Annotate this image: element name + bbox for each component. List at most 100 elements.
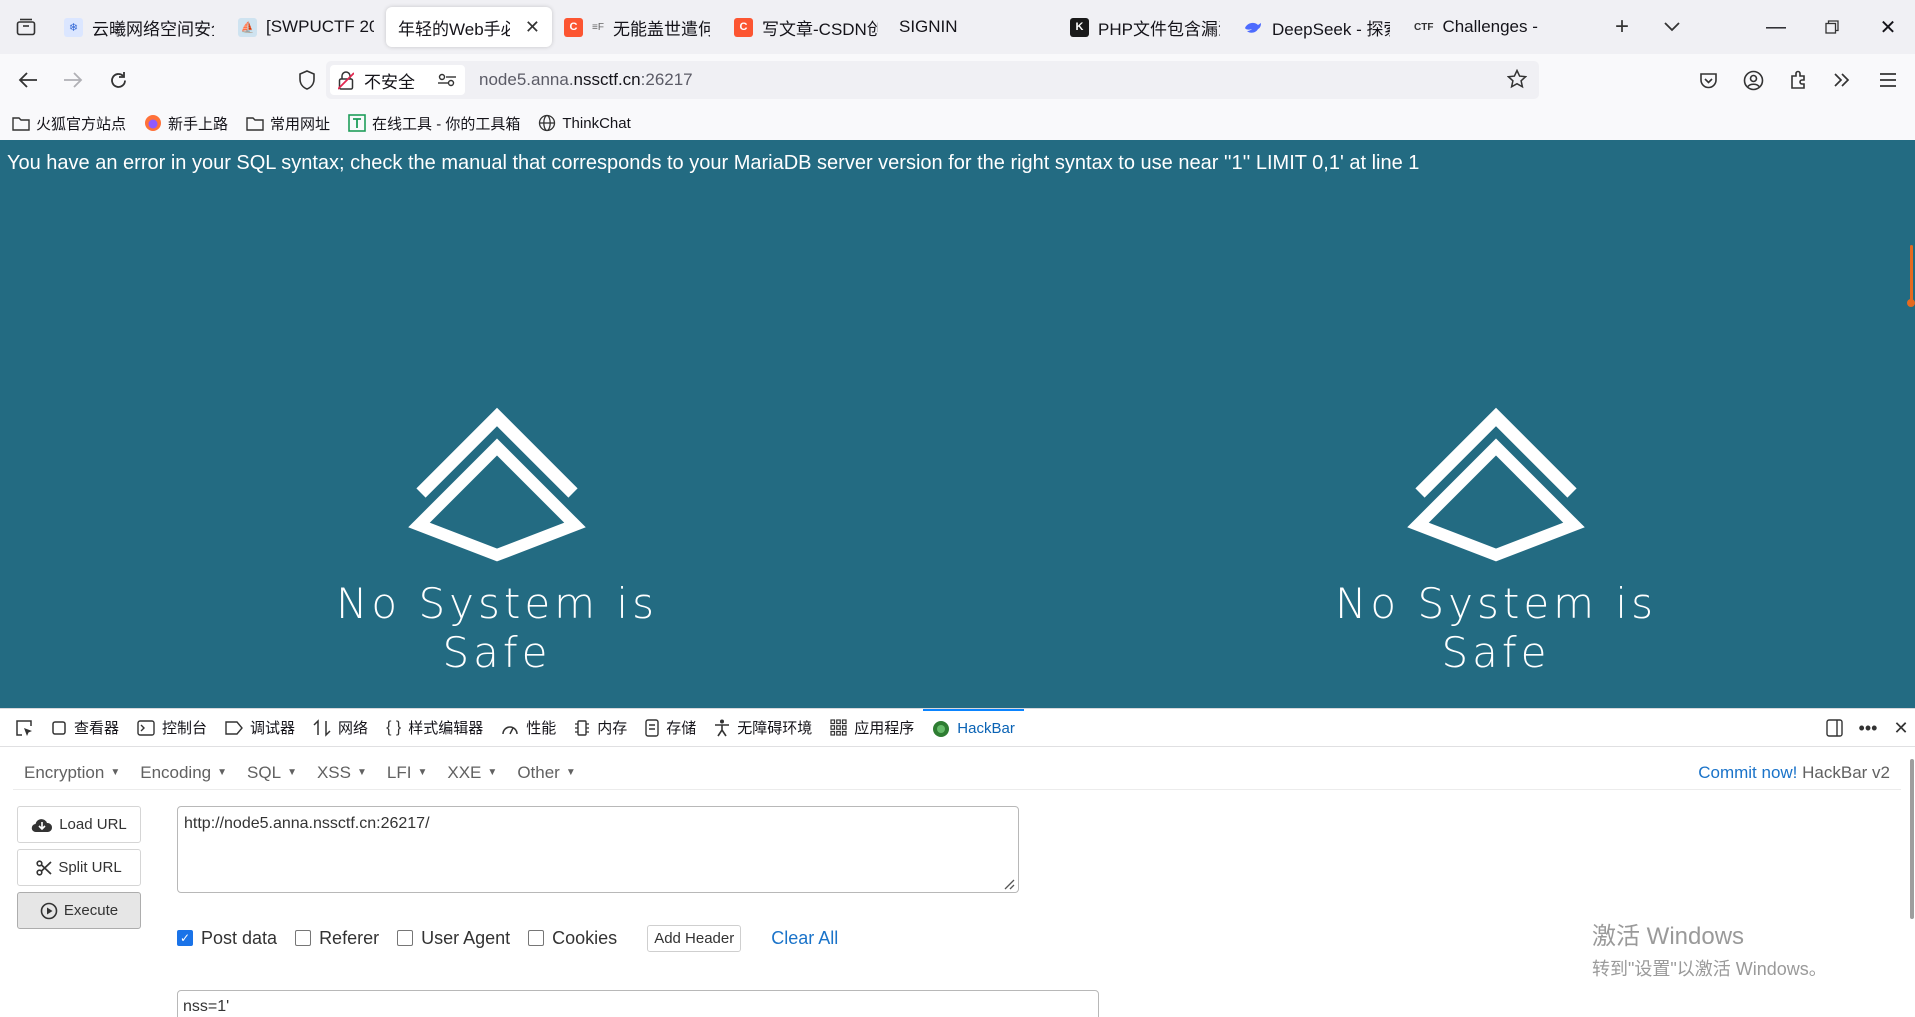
account-button[interactable] xyxy=(1735,62,1771,98)
caret-down-icon: ▼ xyxy=(287,767,297,778)
memory-icon xyxy=(575,719,590,736)
app-menu-button[interactable] xyxy=(1870,62,1906,98)
minimize-button[interactable]: — xyxy=(1748,0,1804,54)
tab-csdn-2[interactable]: C 写文章-CSDN创作 xyxy=(722,7,890,47)
pocket-button[interactable] xyxy=(1690,62,1726,98)
post-data-checkbox[interactable]: ✓ xyxy=(177,930,193,946)
devtools-tab-hackbar[interactable]: HackBar xyxy=(923,708,1024,747)
devtools-tab-network[interactable]: 网络 xyxy=(304,709,377,747)
devtools-tab-accessibility[interactable]: 无障碍环境 xyxy=(705,709,821,747)
devtools-toolbar: 查看器 控制台 调试器 网络 { } 样式编辑器 性能 内存 存储 无障碍环境 … xyxy=(0,708,1915,747)
devtools-tab-inspector[interactable]: 查看器 xyxy=(42,709,128,747)
element-picker-button[interactable] xyxy=(6,709,42,747)
restore-button[interactable] xyxy=(1804,0,1860,54)
extensions-button[interactable] xyxy=(1780,62,1816,98)
tab-deepseek[interactable]: DeepSeek - 探索 xyxy=(1232,7,1402,47)
tab-php-include[interactable]: K PHP文件包含漏洞 xyxy=(1058,7,1232,47)
dock-side-icon xyxy=(1825,719,1843,737)
caret-down-icon: ▼ xyxy=(357,767,367,778)
back-button[interactable] xyxy=(10,62,46,98)
toolbox-icon xyxy=(348,114,366,132)
devtools-tab-style-editor[interactable]: { } 样式编辑器 xyxy=(377,709,492,747)
post-data-input[interactable]: nss=1' xyxy=(177,990,1099,1017)
load-url-button[interactable]: Load URL xyxy=(17,806,141,843)
forward-button[interactable] xyxy=(55,62,91,98)
address-bar[interactable]: 不安全 node5.anna.nssctf.cn:26217 xyxy=(326,61,1539,99)
tab-signin[interactable]: SIGNIN xyxy=(890,7,1058,47)
add-header-button[interactable]: Add Header xyxy=(647,924,742,952)
insecure-lock-icon xyxy=(338,70,354,90)
more-tools-button[interactable] xyxy=(1824,62,1860,98)
devtools-tab-debugger[interactable]: 调试器 xyxy=(216,709,304,747)
hackbar-menu-sql[interactable]: SQL ▼ xyxy=(236,763,306,783)
tab-overflow-button[interactable] xyxy=(1652,0,1692,54)
url-host-main: nssctf.cn xyxy=(573,70,641,89)
csdn-icon: C xyxy=(564,17,583,37)
split-url-button[interactable]: Split URL xyxy=(17,849,141,886)
list-all-tabs-button[interactable] xyxy=(0,0,52,54)
post-data-option[interactable]: ✓ Post data xyxy=(177,928,277,949)
referer-option[interactable]: Referer xyxy=(295,928,379,949)
reload-button[interactable] xyxy=(100,62,136,98)
hackbar-url-input[interactable] xyxy=(177,806,1019,893)
url-port: :26217 xyxy=(640,70,693,89)
bookmark-common-sites[interactable]: 常用网址 xyxy=(246,113,330,134)
bookmark-thinkchat[interactable]: ThinkChat xyxy=(538,114,631,132)
accessibility-icon xyxy=(715,719,730,736)
bookmark-getting-started[interactable]: 新手上路 xyxy=(144,113,228,134)
close-tab-icon[interactable]: ✕ xyxy=(525,17,540,38)
clear-all-link[interactable]: Clear All xyxy=(771,928,838,949)
devtools-tab-performance[interactable]: 性能 xyxy=(492,709,565,747)
user-agent-checkbox[interactable] xyxy=(397,930,414,946)
watermark-subtitle: 转到"设置"以激活 Windows。 xyxy=(1592,959,1827,979)
dock-options-button[interactable] xyxy=(1817,709,1851,747)
user-agent-option[interactable]: User Agent xyxy=(397,928,510,949)
site-security-button[interactable]: 不安全 xyxy=(330,65,465,95)
cookies-checkbox[interactable] xyxy=(528,930,545,946)
devtools-tab-label: 无障碍环境 xyxy=(737,720,813,737)
devtools-tab-label: 样式编辑器 xyxy=(408,720,484,737)
close-window-button[interactable]: ✕ xyxy=(1860,0,1915,54)
tab-swpuctf[interactable]: ⛵ [SWPUCTF 2022 xyxy=(226,7,386,47)
close-icon: ✕ xyxy=(1893,717,1909,738)
tab-yunxi[interactable]: ❄ 云曦网络空间安全 xyxy=(52,7,226,47)
tab-challenges[interactable]: CTF Challenges - CTF xyxy=(1402,7,1552,47)
shield-icon xyxy=(299,70,315,90)
devtools-tab-application[interactable]: 应用程序 xyxy=(821,709,923,747)
bookmark-star-button[interactable] xyxy=(1506,68,1528,94)
hackbar-menu-xxe[interactable]: XXE ▼ xyxy=(436,763,506,783)
tab-active-web[interactable]: 年轻的Web手必会 ✕ xyxy=(386,7,552,47)
devtools-tab-storage[interactable]: 存储 xyxy=(636,709,705,747)
devtools-tab-memory[interactable]: 内存 xyxy=(565,709,636,747)
page-scrollbar[interactable] xyxy=(1907,245,1915,315)
menu-label: LFI xyxy=(386,762,412,782)
devtools-close-button[interactable]: ✕ xyxy=(1884,709,1915,747)
tab-csdn-1[interactable]: C ≡F 无能盖世遣何 xyxy=(552,7,722,47)
hackbar-menu-encoding[interactable]: Encoding ▼ xyxy=(129,763,236,783)
new-tab-button[interactable]: + xyxy=(1602,0,1642,54)
tab-title: PHP文件包含漏洞 xyxy=(1098,19,1220,39)
commit-now-link[interactable]: Commit now! xyxy=(1698,763,1797,782)
devtools-tab-label: 存储 xyxy=(666,720,697,737)
logo-caption: No System is Safe xyxy=(336,579,658,677)
hackbar-menu-lfi[interactable]: LFI ▼ xyxy=(376,763,436,783)
referer-checkbox[interactable] xyxy=(295,930,312,946)
tab-prefix: ≡F xyxy=(592,21,604,33)
tracking-protection-button[interactable] xyxy=(289,62,325,98)
execute-button[interactable]: Execute xyxy=(17,892,141,929)
hackbar-menu-xss[interactable]: XSS ▼ xyxy=(306,763,376,783)
resize-grip-icon[interactable] xyxy=(1001,876,1015,890)
devtools-more-button[interactable]: ••• xyxy=(1851,709,1885,747)
bookmark-online-tools[interactable]: 在线工具 - 你的工具箱 xyxy=(348,113,520,134)
devtools-tab-console[interactable]: 控制台 xyxy=(128,709,216,747)
hackbar-menu-other[interactable]: Other ▼ xyxy=(506,763,584,783)
bookmark-firefox-official[interactable]: 火狐官方站点 xyxy=(12,113,126,134)
hackbar-menu-encryption[interactable]: Encryption ▼ xyxy=(13,763,129,783)
element-picker-icon xyxy=(16,719,32,736)
hackbar-version-label: HackBar v2 xyxy=(1797,763,1890,782)
devtools-scrollbar[interactable] xyxy=(1910,759,1914,919)
url-text[interactable]: node5.anna.nssctf.cn:26217 xyxy=(479,70,693,90)
bookmark-label: 火狐官方站点 xyxy=(36,115,127,133)
permissions-icon[interactable] xyxy=(437,73,457,87)
cookies-option[interactable]: Cookies xyxy=(528,928,617,949)
